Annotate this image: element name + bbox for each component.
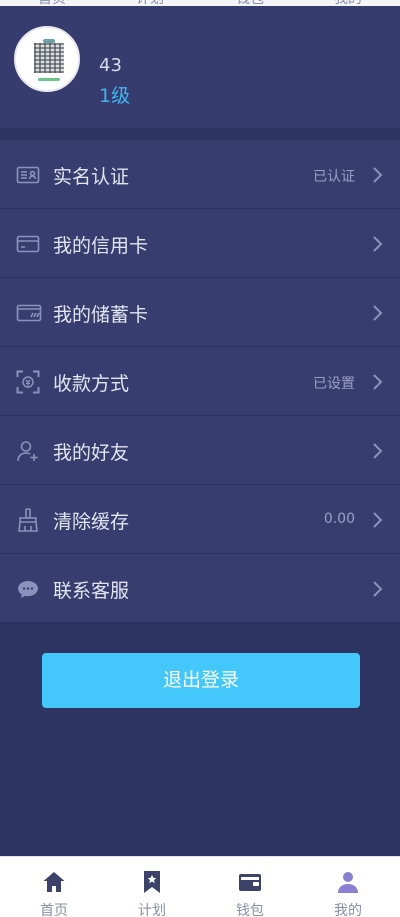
profile-header: 43 1级 [0,6,400,128]
chevron-right-icon [373,374,383,390]
chevron-right-icon [373,167,383,183]
menu-item-status: 已认证 [313,169,355,185]
tab-plan[interactable]: 计划 [102,857,202,917]
bottom-tab-bar: 首页 计划 钱包 我的 [0,856,400,917]
menu-item-label: 清除缓存 [53,511,130,533]
menu-item-label: 收款方式 [53,373,130,395]
menu-item-debit-card[interactable]: 我的储蓄卡 [0,278,400,347]
menu-item-label: 联系客服 [53,580,130,602]
home-icon [43,872,65,892]
tab-wallet[interactable]: 钱包 [200,857,300,917]
avatar[interactable] [14,26,80,92]
debit-card-icon [16,304,42,322]
menu-item-payment-method[interactable]: 收款方式 已设置 [0,347,400,416]
wallet-icon [239,874,261,891]
menu-item-label: 我的好友 [53,442,130,464]
tab-home[interactable]: 首页 [4,857,104,917]
chevron-right-icon [373,443,383,459]
menu-item-clear-cache[interactable]: 清除缓存 0.00 [0,485,400,554]
user-level: 1级 [99,85,131,107]
menu-item-customer-service[interactable]: 联系客服 [0,554,400,623]
chevron-right-icon [373,236,383,252]
menu-item-friends[interactable]: 我的好友 [0,416,400,485]
chevron-right-icon [373,512,383,528]
menu-item-label: 实名认证 [53,166,130,188]
menu-item-status: 0.00 [323,511,355,527]
menu-item-real-name[interactable]: 实名认证 已认证 [0,140,400,209]
tab-mine[interactable]: 我的 [298,857,398,917]
chat-bubble-icon [18,581,38,598]
tab-label: 钱包 [236,903,264,917]
bookmark-star-icon [144,871,160,893]
id-card-icon [16,166,40,184]
user-name: 43 [99,55,122,76]
menu-item-status: 已设置 [313,376,355,392]
chevron-right-icon [373,581,383,597]
chevron-right-icon [373,305,383,321]
menu-item-credit-card[interactable]: 我的信用卡 [0,209,400,278]
settings-menu: 实名认证 已认证 我的信用卡 我的储蓄卡 收款方式 已设置 我的好友 清除缓存 … [0,140,400,623]
broom-icon [18,508,38,532]
logout-button[interactable]: 退出登录 [42,653,360,708]
menu-item-label: 我的信用卡 [53,235,149,257]
credit-card-icon [16,235,40,253]
menu-item-label: 我的储蓄卡 [53,304,149,326]
tab-label: 我的 [334,903,362,917]
user-icon [338,872,358,893]
add-friend-icon [17,441,38,462]
scan-payment-icon [16,370,40,394]
tab-label: 计划 [138,903,166,917]
tab-label: 首页 [40,903,68,917]
